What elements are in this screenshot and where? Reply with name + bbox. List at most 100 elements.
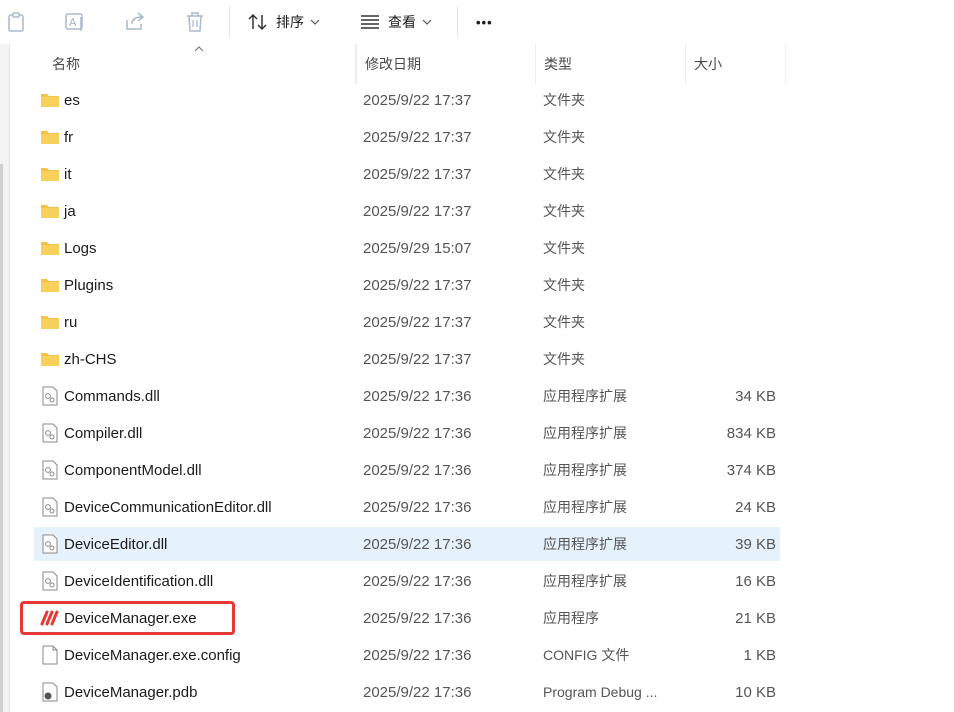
file-row[interactable]: Compiler.dll 2025/9/22 17:36 应用程序扩展 834 KB (34, 416, 780, 450)
chevron-down-icon (310, 19, 320, 25)
file-row[interactable]: DeviceManager.exe.config 2025/9/22 17:36 C… (34, 638, 780, 672)
view-button[interactable]: 查看 (360, 8, 432, 36)
file-name: DeviceIdentification.dll (64, 572, 214, 590)
file-size (686, 157, 776, 191)
sort-label: 排序 (276, 14, 304, 30)
sort-arrows-icon (248, 13, 267, 31)
file-type: 应用程序扩展 (543, 388, 627, 404)
file-name-cell: Commands.dll (40, 379, 160, 413)
file-modified-date: 2025/9/22 17:37 (363, 313, 472, 331)
file-type: Program Debug ... (543, 684, 658, 700)
file-name: zh-CHS (64, 350, 117, 368)
column-type-label: 类型 (544, 56, 572, 72)
file-type: 文件夹 (543, 129, 585, 145)
file-row[interactable]: Commands.dll 2025/9/22 17:36 应用程序扩展 34 KB (34, 379, 780, 413)
file-modified-date: 2025/9/22 17:36 (363, 498, 472, 516)
file-name: ru (64, 313, 78, 331)
file-row[interactable]: Logs 2025/9/29 15:07 文件夹 (34, 231, 780, 265)
file-icon (40, 645, 60, 665)
file-type: 文件夹 (543, 240, 585, 256)
file-type: 文件夹 (543, 277, 585, 293)
file-size (686, 83, 776, 117)
file-row[interactable]: Plugins 2025/9/22 17:37 文件夹 (34, 268, 780, 302)
file-row[interactable]: DeviceCommunicationEditor.dll 2025/9/22 1… (34, 490, 780, 524)
trash-icon[interactable] (183, 10, 207, 34)
file-name-cell: it (40, 157, 72, 191)
file-name: Compiler.dll (64, 424, 143, 442)
dll-icon (40, 386, 60, 406)
file-row[interactable]: ru 2025/9/22 17:37 文件夹 (34, 305, 780, 339)
file-row[interactable]: it 2025/9/22 17:37 文件夹 (34, 157, 780, 191)
file-row[interactable]: es 2025/9/22 17:37 文件夹 (34, 83, 780, 117)
clipboard-icon[interactable] (4, 10, 28, 34)
folder-icon (40, 164, 60, 184)
file-type: 文件夹 (543, 203, 585, 219)
file-name: Commands.dll (64, 387, 160, 405)
view-lines-icon (361, 15, 379, 29)
file-type: 文件夹 (543, 166, 585, 182)
file-modified-date: 2025/9/22 17:36 (363, 387, 472, 405)
file-name: DeviceCommunicationEditor.dll (64, 498, 272, 516)
file-type: 应用程序扩展 (543, 499, 627, 515)
column-size-label: 大小 (694, 56, 722, 72)
column-header-modified[interactable]: 修改日期 (356, 44, 536, 84)
file-size: 834 KB (726, 424, 776, 442)
file-type: 应用程序扩展 (543, 573, 627, 589)
file-modified-date: 2025/9/22 17:36 (363, 424, 472, 442)
sort-ascending-icon (194, 46, 204, 52)
file-modified-date: 2025/9/22 17:37 (363, 350, 472, 368)
file-modified-date: 2025/9/22 17:37 (363, 128, 472, 146)
dll-icon (40, 497, 60, 517)
file-type: 文件夹 (543, 314, 585, 330)
file-size: 21 KB (735, 609, 776, 627)
file-size (686, 231, 776, 265)
file-size (686, 268, 776, 302)
file-row[interactable]: zh-CHS 2025/9/22 17:37 文件夹 (34, 342, 780, 376)
file-size: 34 KB (735, 387, 776, 405)
file-row[interactable]: DeviceIdentification.dll 2025/9/22 17:36 应… (34, 564, 780, 598)
file-name-cell: Compiler.dll (40, 416, 142, 450)
file-type: 应用程序 (543, 610, 599, 626)
file-size: 374 KB (726, 461, 776, 479)
file-name-cell: es (40, 83, 80, 117)
dll-icon (40, 423, 60, 443)
file-name: ja (64, 202, 76, 220)
file-type: 应用程序扩展 (543, 536, 627, 552)
more-icon: ••• (476, 14, 493, 30)
file-name-cell: DeviceIdentification.dll (40, 564, 213, 598)
folder-icon (40, 312, 60, 332)
share-icon[interactable] (123, 10, 147, 34)
column-name-label: 名称 (52, 56, 80, 72)
file-row[interactable]: fr 2025/9/22 17:37 文件夹 (34, 120, 780, 154)
dll-icon (40, 571, 60, 591)
file-size: 1 KB (743, 646, 776, 664)
rename-icon[interactable]: A (63, 10, 87, 34)
file-modified-date: 2025/9/22 17:37 (363, 276, 472, 294)
scrollbar-track[interactable] (0, 164, 3, 712)
file-name: fr (64, 128, 74, 146)
file-name-cell: ru (40, 305, 77, 339)
file-size: 24 KB (735, 498, 776, 516)
file-size (686, 342, 776, 376)
file-modified-date: 2025/9/22 17:37 (363, 91, 472, 109)
sort-button[interactable]: 排序 (248, 8, 320, 36)
column-header-size[interactable]: 大小 (686, 44, 786, 84)
folder-icon (40, 201, 60, 221)
folder-icon (40, 90, 60, 110)
file-row[interactable]: DeviceEditor.dll 2025/9/22 17:36 应用程序扩展 39 … (34, 527, 780, 561)
file-name: Plugins (64, 276, 114, 294)
column-header-type[interactable]: 类型 (536, 44, 686, 84)
file-row[interactable]: ComponentModel.dll 2025/9/22 17:36 应用程序扩展 3… (34, 453, 780, 487)
file-row[interactable]: ja 2025/9/22 17:37 文件夹 (34, 194, 780, 228)
folder-icon (40, 238, 60, 258)
file-name: it (64, 165, 72, 183)
column-modified-label: 修改日期 (365, 56, 421, 72)
file-modified-date: 2025/9/22 17:37 (363, 165, 472, 183)
pdb-icon (40, 682, 60, 702)
file-size: 16 KB (735, 572, 776, 590)
file-row[interactable]: DeviceManager.pdb 2025/9/22 17:36 Program … (34, 675, 780, 709)
more-options-button[interactable]: ••• (476, 8, 493, 36)
file-modified-date: 2025/9/22 17:36 (363, 683, 472, 701)
chevron-down-icon (422, 19, 432, 25)
folder-icon (40, 349, 60, 369)
